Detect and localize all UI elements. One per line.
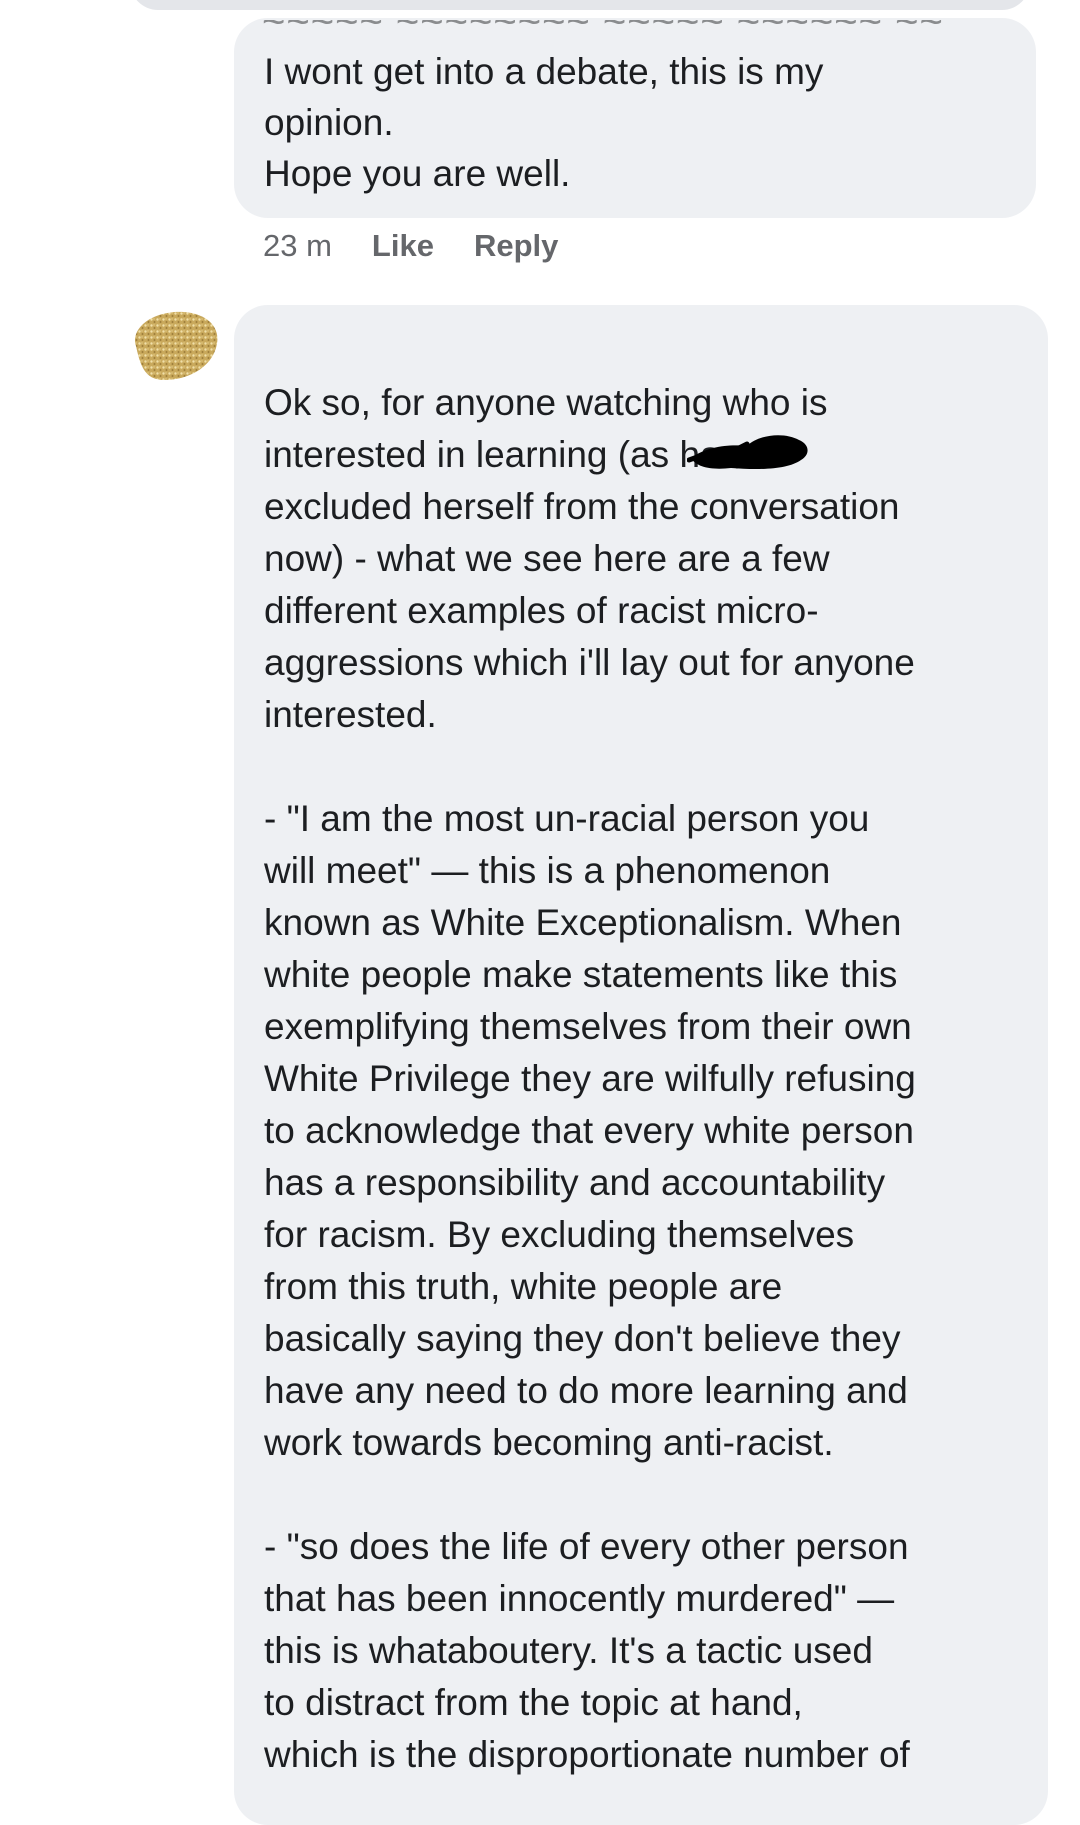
- comment-paragraph: Ok so, for anyone watching who is intere…: [264, 382, 915, 735]
- comment-timestamp[interactable]: 23 m: [263, 228, 332, 264]
- comment-text: I wont get into a debate, this is my opi…: [264, 51, 824, 194]
- reply-button[interactable]: Reply: [474, 228, 558, 264]
- redacted-avatar-icon[interactable]: [126, 306, 222, 386]
- like-button[interactable]: Like: [372, 228, 434, 264]
- previous-bubble-edge: [130, 0, 1030, 10]
- redaction-scribble-icon: [687, 435, 808, 470]
- cutoff-text-line: ~~~~~ ~~~~~~~~ ~~~~~ ~~~~~~ ~~ ~~~~ ~~~~: [262, 20, 1002, 28]
- comment-meta: 23 m Like Reply: [263, 224, 558, 268]
- comment-thread: ~~~~~ ~~~~~~~~ ~~~~~ ~~~~~~ ~~ ~~~~ ~~~~…: [0, 0, 1080, 1825]
- comment-bubble: ~~~~~ ~~~~~~~~ ~~~~~ ~~~~~~ ~~ ~~~~ ~~~~…: [234, 18, 1036, 218]
- comment-bubble: Ok so, for anyone watching who is intere…: [234, 305, 1048, 1825]
- comment-paragraph: - "so does the life of every other perso…: [264, 1526, 910, 1775]
- comment-paragraph: - "I am the most un-racial person you wi…: [264, 798, 916, 1463]
